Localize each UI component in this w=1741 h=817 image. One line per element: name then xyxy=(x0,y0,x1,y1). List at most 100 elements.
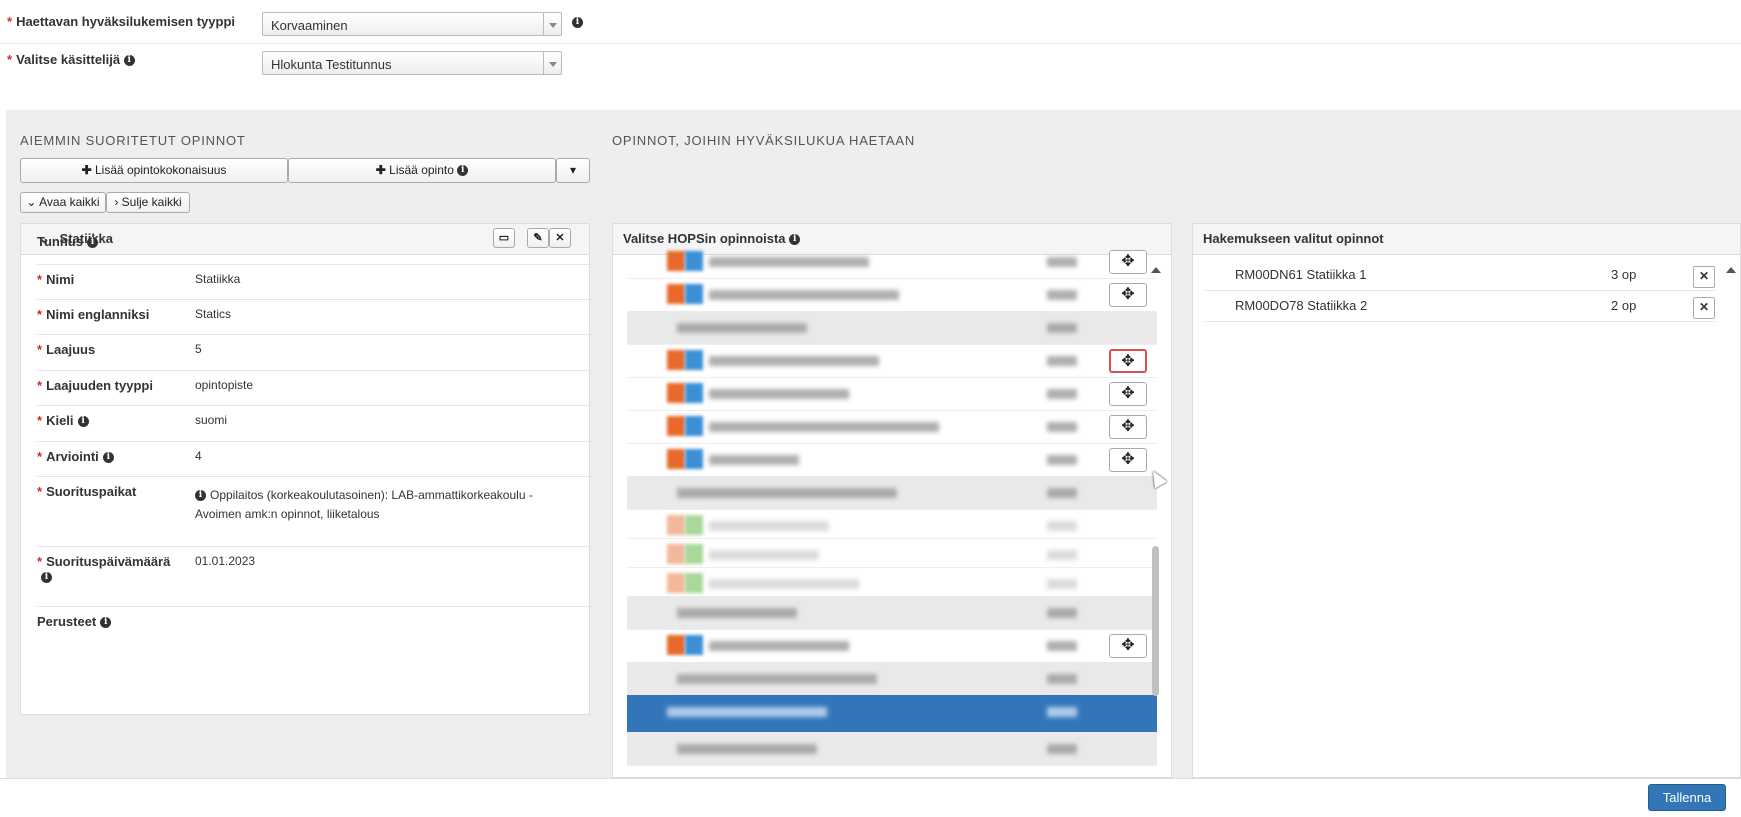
info-icon[interactable]: i xyxy=(41,572,52,584)
info-icon xyxy=(685,416,703,436)
info-icon: i xyxy=(457,165,469,177)
status-icon xyxy=(667,284,685,304)
hops-group-row[interactable] xyxy=(627,311,1157,345)
blurred-credits xyxy=(1047,608,1077,618)
field-label: * Suorituspäivämääräi xyxy=(37,554,171,584)
field-row: * Suorituspaikat i Oppilaitos (korkeakoulut… xyxy=(37,476,595,547)
field-value: 5 xyxy=(195,342,202,356)
type-select[interactable]: Korvaaminen xyxy=(262,12,562,36)
selected-study-row: RM00DO78 Statiikka 2 2 op ✕ xyxy=(1205,290,1715,322)
hops-group-row[interactable] xyxy=(627,662,1157,696)
move-icon[interactable]: ✥ xyxy=(1109,415,1147,439)
info-icon[interactable]: i xyxy=(100,617,112,629)
type-label: * Haettavan hyväksilukemisen tyyppi xyxy=(7,14,235,29)
info-icon xyxy=(685,284,703,304)
blurred-text xyxy=(709,422,939,432)
blurred-credits xyxy=(1047,744,1077,754)
status-icon xyxy=(667,635,685,655)
add-dropdown-button[interactable]: ▾ xyxy=(556,158,590,183)
field-label: Tunnus i xyxy=(37,234,98,249)
field-value: opintopiste xyxy=(195,378,254,392)
scroll-up-icon[interactable] xyxy=(1151,262,1161,273)
hops-course-row[interactable]: ✥ xyxy=(627,278,1157,312)
blurred-text xyxy=(709,389,849,399)
move-icon[interactable]: ✥ xyxy=(1109,250,1147,274)
info-icon[interactable]: i xyxy=(77,416,89,428)
blurred-credits xyxy=(1047,674,1077,684)
remove-icon[interactable]: ✕ xyxy=(1693,266,1715,288)
field-row: * Nimi englanniksi Statics xyxy=(37,299,595,335)
blurred-text xyxy=(677,488,897,498)
field-row: * Laajuuden tyyppi opintopiste xyxy=(37,370,595,406)
info-icon[interactable]: i xyxy=(572,17,583,28)
blurred-text xyxy=(667,707,827,717)
scrollbar-thumb[interactable] xyxy=(1152,546,1159,696)
field-label: * Nimi englanniksi xyxy=(37,307,150,322)
blurred-credits xyxy=(1047,707,1077,717)
move-icon[interactable]: ✥ xyxy=(1109,634,1147,658)
blurred-credits xyxy=(1047,356,1077,366)
hops-course-row[interactable]: ✥ xyxy=(627,377,1157,411)
field-label: * Laajuuden tyyppi xyxy=(37,378,153,393)
selected-panel-header: Hakemukseen valitut opinnot xyxy=(1193,224,1740,255)
info-icon xyxy=(685,350,703,370)
status-icon xyxy=(667,383,685,403)
blurred-text xyxy=(709,356,879,366)
field-label: * Kieli i xyxy=(37,413,89,428)
blurred-credits xyxy=(1047,579,1077,589)
hops-course-row[interactable]: ✥ xyxy=(627,344,1157,378)
info-icon[interactable]: i xyxy=(86,237,98,249)
status-icon xyxy=(667,544,685,564)
blurred-text xyxy=(709,257,869,267)
previous-studies-header: AIEMMIN SUORITETUT OPINNOT xyxy=(20,133,246,148)
scroll-up-icon[interactable] xyxy=(1726,262,1736,273)
remove-icon[interactable]: ✕ xyxy=(1693,297,1715,319)
field-label: * Laajuus xyxy=(37,342,96,357)
blurred-text xyxy=(709,455,799,465)
move-icon[interactable]: ✥ xyxy=(1109,448,1147,472)
status-icon xyxy=(667,449,685,469)
hops-group-row[interactable] xyxy=(627,596,1157,630)
info-icon[interactable]: i xyxy=(123,55,135,67)
blurred-text xyxy=(709,521,829,531)
hops-course-row[interactable]: ✥ xyxy=(627,410,1157,444)
field-value: 4 xyxy=(195,449,202,463)
info-icon[interactable]: i xyxy=(789,234,801,246)
field-row: Perusteet i xyxy=(37,606,595,644)
scrollbar[interactable] xyxy=(1149,256,1163,776)
status-icon xyxy=(667,416,685,436)
info-icon[interactable]: i xyxy=(102,452,114,464)
hops-group-row[interactable] xyxy=(627,476,1157,510)
study-name: RM00DN61 Statiikka 1 xyxy=(1235,267,1367,282)
info-icon xyxy=(685,449,703,469)
course-detail-panel: ⌄ Statiikka ▭ ✎ ✕ Tunnus i * Nimi Statiikka *… xyxy=(20,223,595,715)
study-credits: 3 op xyxy=(1611,267,1637,282)
info-icon xyxy=(685,515,703,535)
plus-icon: ✚ xyxy=(375,163,386,177)
add-course-button[interactable]: ✚ Lisää opinto i xyxy=(288,158,556,183)
hops-course-row[interactable] xyxy=(627,509,1157,539)
hops-group-row[interactable] xyxy=(627,695,1157,733)
plus-icon: ✚ xyxy=(81,163,92,177)
expand-all-button[interactable]: ⌄ Avaa kaikki xyxy=(20,192,106,213)
handler-select[interactable]: Hlokunta Testitunnus xyxy=(262,51,562,75)
blurred-text xyxy=(677,674,877,684)
hops-group-row[interactable] xyxy=(627,732,1157,766)
field-label: * Arviointi i xyxy=(37,449,114,464)
status-icon xyxy=(667,350,685,370)
caret-down-icon: ▾ xyxy=(569,163,577,177)
move-icon[interactable]: ✥ xyxy=(1109,382,1147,406)
move-icon[interactable]: ✥ xyxy=(1109,349,1147,373)
hops-panel: Valitse HOPSin opinnoista i ✥ ✥ ✥ ✥ ✥ ✥ ✥ xyxy=(612,223,1172,778)
add-entity-button[interactable]: ✚ Lisää opintokokonaisuus xyxy=(20,158,288,183)
hops-course-row[interactable]: ✥ xyxy=(627,629,1157,663)
hops-course-row[interactable]: ✥ xyxy=(627,443,1157,477)
hops-course-row[interactable]: ✥ xyxy=(627,245,1157,279)
hops-course-row[interactable] xyxy=(627,567,1157,597)
collapse-all-button[interactable]: › Sulje kaikki xyxy=(106,192,190,213)
hops-course-row[interactable] xyxy=(627,538,1157,568)
blurred-text xyxy=(709,290,899,300)
move-icon[interactable]: ✥ xyxy=(1109,283,1147,307)
save-button[interactable]: Tallenna xyxy=(1648,784,1726,811)
blurred-text xyxy=(709,550,819,560)
